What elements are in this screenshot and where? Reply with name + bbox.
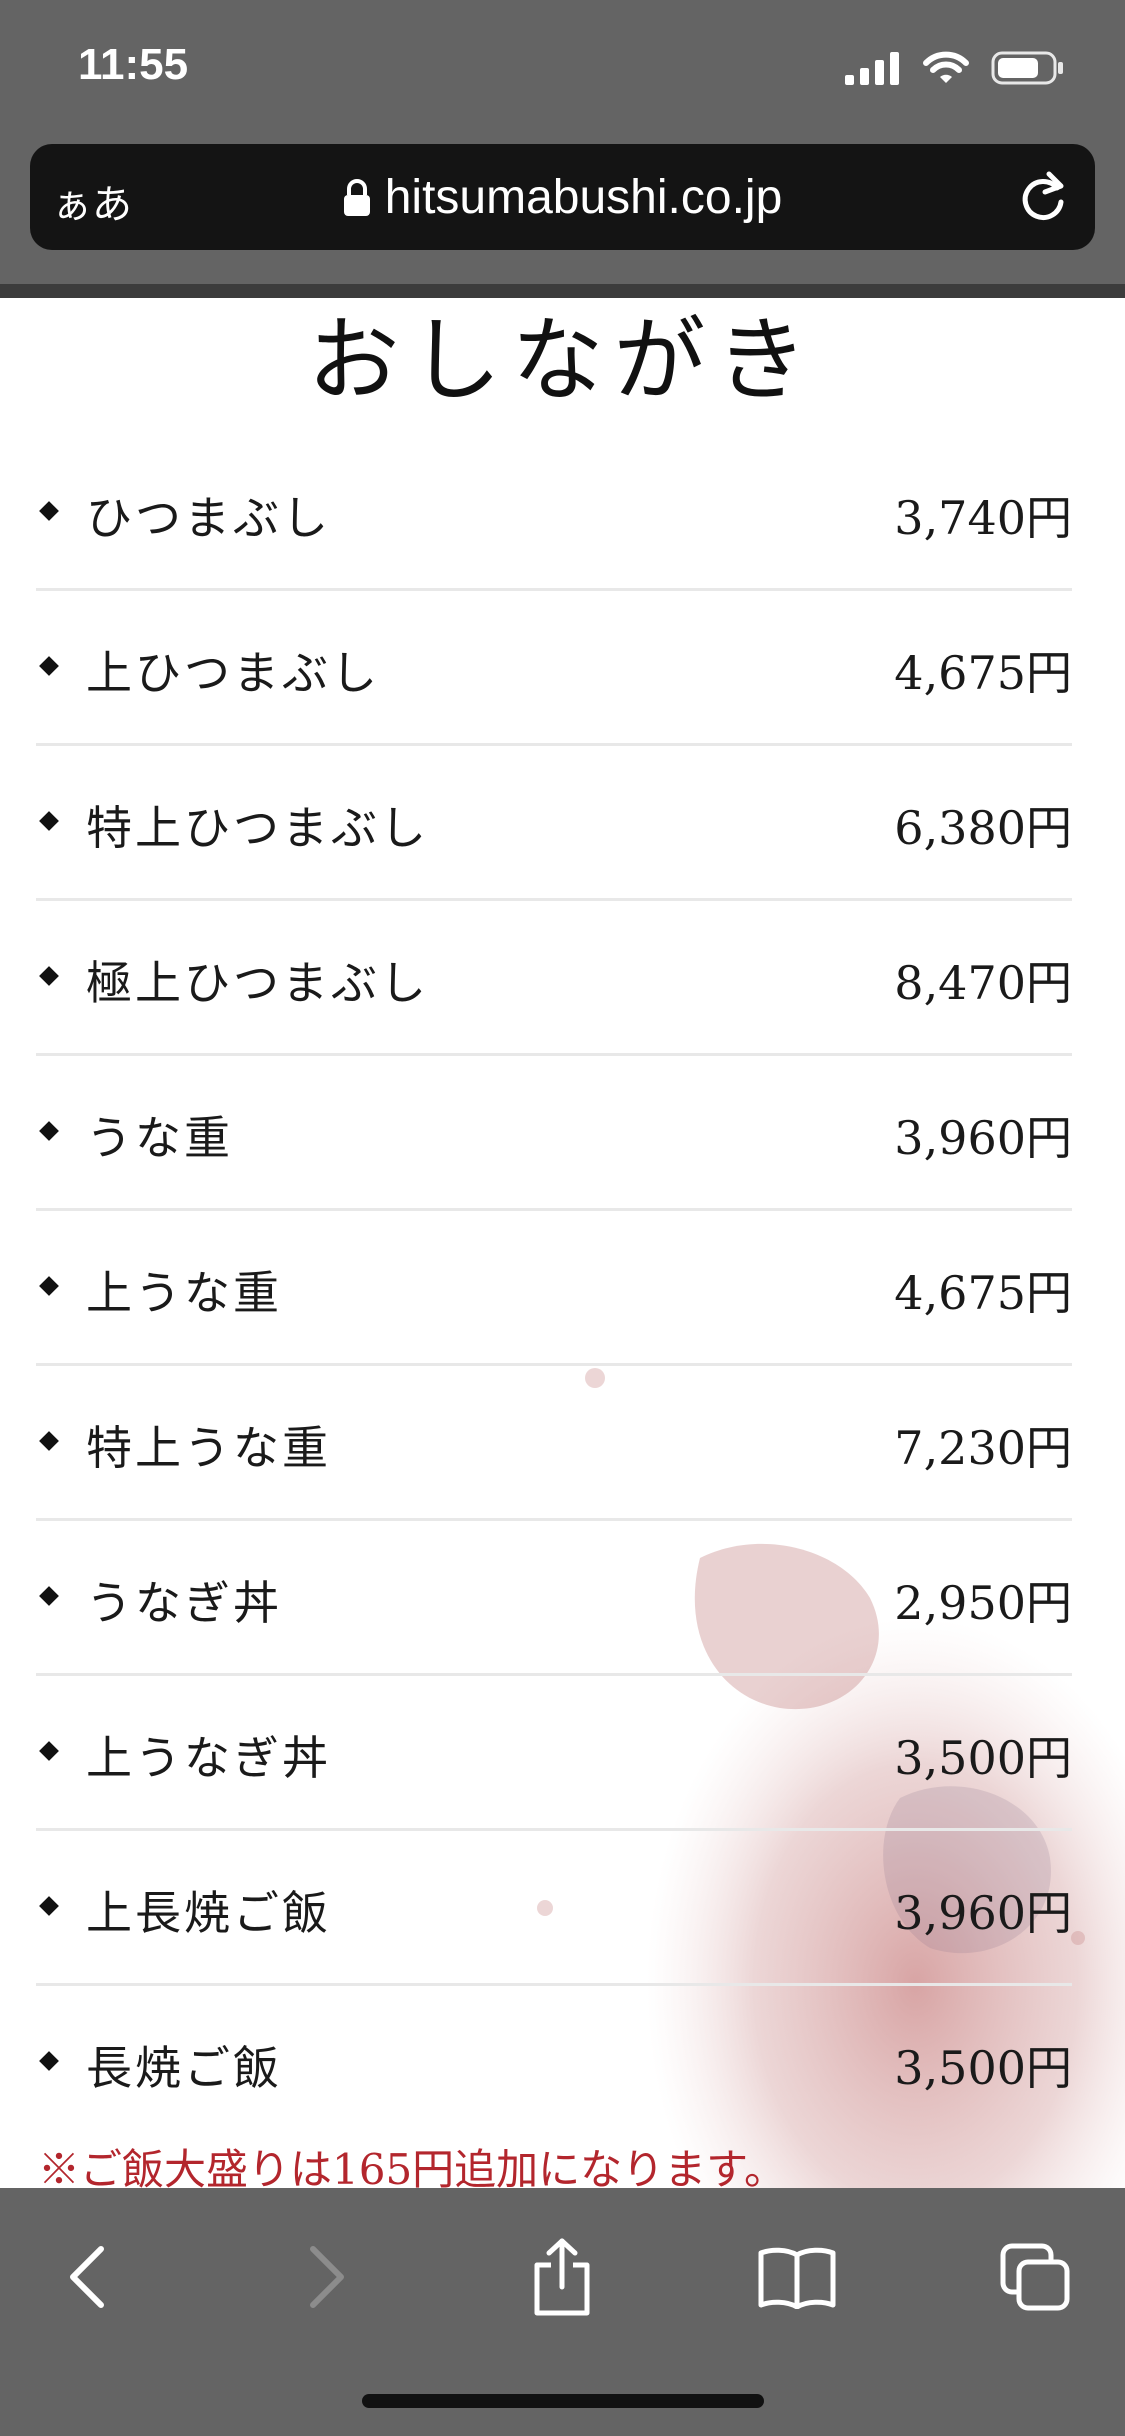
url-text: hitsumabushi.co.jp (384, 171, 783, 224)
status-bar: 11:55 (0, 0, 1125, 140)
menu-item: 長焼ご飯 3,500円 (36, 1986, 1072, 2138)
menu-item-price: 3,500円 (894, 1731, 1072, 1785)
page-edge (0, 284, 1125, 298)
diamond-bullet-icon (39, 1121, 59, 1141)
diamond-bullet-icon (39, 656, 59, 676)
menu-item-price: 8,470円 (894, 956, 1072, 1010)
menu-item: 上ひつまぶし 4,675円 (36, 591, 1072, 746)
menu-item-name: うなぎ丼 (86, 1576, 282, 1630)
address-bar[interactable]: ぁあ hitsumabushi.co.jp (30, 144, 1095, 250)
bookmarks-button[interactable] (752, 2232, 842, 2322)
forward-button[interactable] (282, 2232, 372, 2322)
menu-item-price: 2,950円 (894, 1576, 1072, 1630)
page-content[interactable]: おしながき ひつまぶし 3,740円 上ひつまぶし 4,675円 特上ひつまぶし 6,… (0, 298, 1125, 2188)
menu-item-name: 上うなぎ丼 (86, 1731, 331, 1785)
menu-item-price: 4,675円 (894, 646, 1072, 700)
diamond-bullet-icon (39, 2051, 59, 2071)
menu-item-name: 特上うな重 (86, 1421, 331, 1475)
diamond-bullet-icon (39, 501, 59, 521)
menu-item-price: 4,675円 (894, 1266, 1072, 1320)
status-icons (845, 48, 1065, 88)
menu-item: 上長焼ご飯 3,960円 (36, 1831, 1072, 1986)
menu-item-name: 極上ひつまぶし (86, 956, 429, 1010)
menu-item: 上うなぎ丼 3,500円 (36, 1676, 1072, 1831)
share-icon (534, 2238, 590, 2316)
menu-item: うなぎ丼 2,950円 (36, 1521, 1072, 1676)
diamond-bullet-icon (39, 1741, 59, 1761)
menu-item-name: ひつまぶし (86, 491, 331, 545)
menu-item-name: 特上ひつまぶし (86, 801, 429, 855)
diamond-bullet-icon (39, 1431, 59, 1451)
menu-item: 極上ひつまぶし 8,470円 (36, 901, 1072, 1056)
browser-top-bar: ぁあ hitsumabushi.co.jp (0, 140, 1125, 298)
forward-icon (310, 2246, 344, 2308)
menu-item-name: うな重 (86, 1111, 233, 1165)
menu-item: 上うな重 4,675円 (36, 1211, 1072, 1366)
home-indicator[interactable] (362, 2394, 764, 2408)
back-button[interactable] (42, 2232, 132, 2322)
menu-item-name: 上長焼ご飯 (86, 1886, 331, 1940)
page-title: おしながき (307, 307, 818, 414)
diamond-bullet-icon (39, 1586, 59, 1606)
menu-item-price: 7,230円 (894, 1421, 1072, 1475)
menu-list: ひつまぶし 3,740円 上ひつまぶし 4,675円 特上ひつまぶし 6,380円 極… (36, 436, 1072, 2138)
back-icon (70, 2246, 104, 2308)
tabs-icon (1000, 2243, 1070, 2311)
battery-icon (991, 51, 1063, 85)
url-display[interactable]: hitsumabushi.co.jp (30, 170, 1095, 225)
menu-item: 特上うな重 7,230円 (36, 1366, 1072, 1521)
menu-item-name: 上うな重 (86, 1266, 282, 1320)
diamond-bullet-icon (39, 811, 59, 831)
diamond-bullet-icon (39, 966, 59, 986)
menu-item-price: 3,500円 (894, 2041, 1072, 2095)
wifi-icon (923, 51, 969, 83)
menu-item-name: 長焼ご飯 (86, 2041, 282, 2095)
lock-icon (343, 179, 370, 216)
menu-item: うな重 3,960円 (36, 1056, 1072, 1211)
rice-upsize-note: ※ご飯大盛りは165円追加になります。 (38, 2145, 786, 2188)
status-time: 11:55 (78, 40, 189, 89)
menu-item-price: 3,960円 (894, 1111, 1072, 1165)
diamond-bullet-icon (39, 1896, 59, 1916)
menu-item: ひつまぶし 3,740円 (36, 436, 1072, 591)
share-button[interactable] (517, 2232, 607, 2322)
signal-icon (845, 52, 899, 85)
menu-item-price: 3,960円 (894, 1886, 1072, 1940)
reload-icon[interactable] (1017, 170, 1069, 224)
menu-item-name: 上ひつまぶし (86, 646, 380, 700)
bookmarks-icon (758, 2247, 836, 2309)
menu-item-price: 3,740円 (894, 491, 1072, 545)
menu-item-price: 6,380円 (894, 801, 1072, 855)
tabs-button[interactable] (990, 2232, 1080, 2322)
diamond-bullet-icon (39, 1276, 59, 1296)
menu-item: 特上ひつまぶし 6,380円 (36, 746, 1072, 901)
